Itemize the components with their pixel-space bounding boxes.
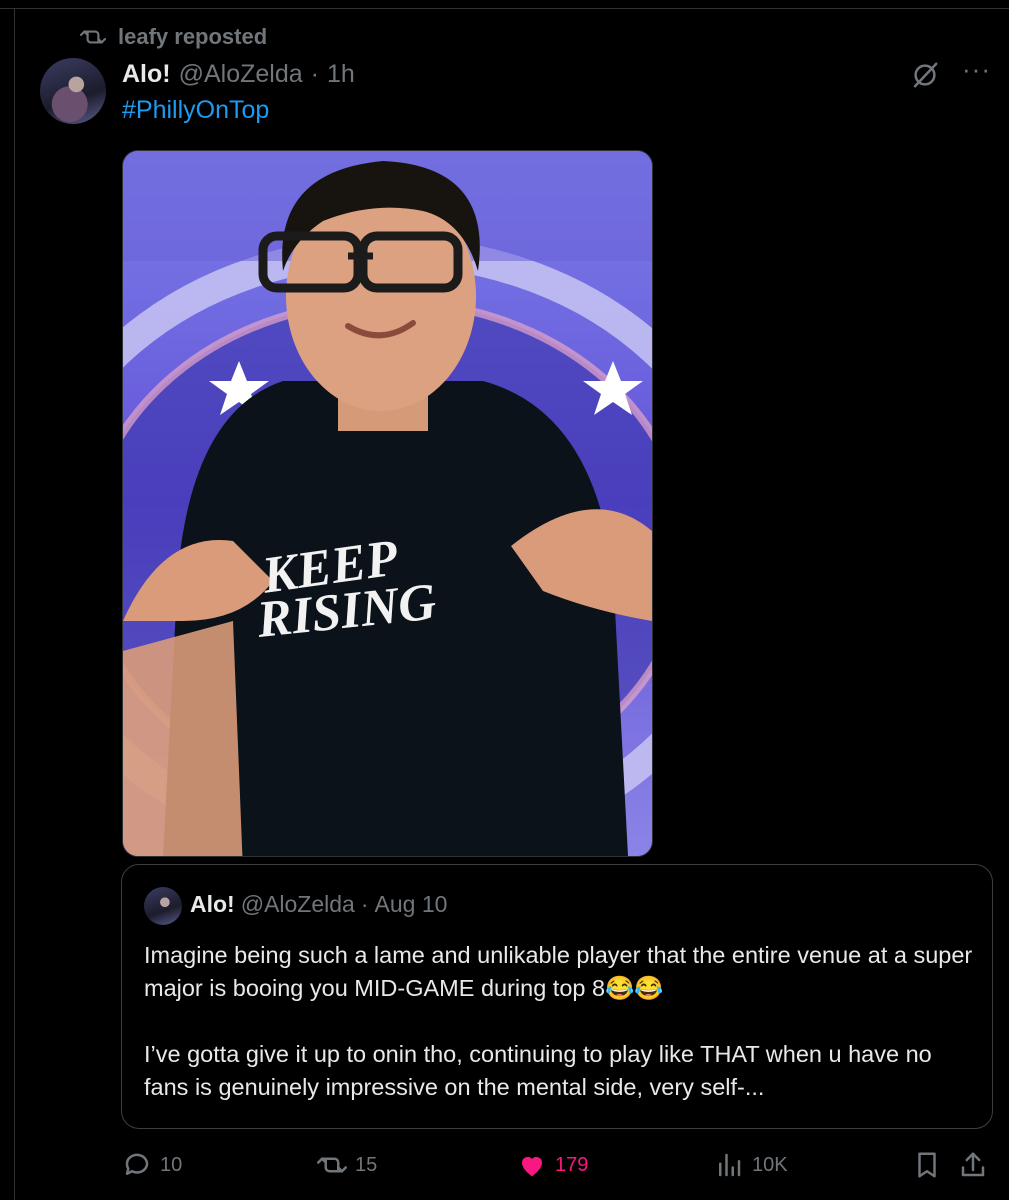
repost-label: leafy reposted <box>118 24 268 49</box>
tweet-actions: 10 15 179 10K <box>122 1150 991 1184</box>
quoted-date: Aug 10 <box>374 891 448 917</box>
handle[interactable]: @AloZelda <box>179 60 303 89</box>
quoted-avatar[interactable] <box>144 887 182 925</box>
views-icon <box>719 1153 741 1177</box>
separator: · <box>310 60 319 88</box>
quoted-text: Imagine being such a lame and unlikable … <box>144 939 979 1137</box>
grok-icon[interactable] <box>910 60 940 90</box>
quoted-paragraph-2: I’ve gotta give it up to onin tho, conti… <box>144 1041 932 1100</box>
repost-button[interactable]: 15 <box>317 1150 377 1180</box>
reply-button[interactable]: 10 <box>122 1150 182 1180</box>
quoted-paragraph-1: Imagine being such a lame and unlikable … <box>144 942 973 1001</box>
quoted-handle: @AloZelda <box>240 891 355 917</box>
more-icon[interactable]: ··· <box>962 56 991 82</box>
like-button[interactable]: 179 <box>517 1150 588 1180</box>
repost-icon <box>317 1157 347 1173</box>
tweet-photo[interactable]: KEEP RISING <box>122 150 653 857</box>
views-count: 10K <box>752 1153 788 1176</box>
quoted-separator: · <box>360 891 369 917</box>
reply-icon <box>125 1153 149 1175</box>
reply-count: 10 <box>160 1153 183 1176</box>
share-icon <box>961 1152 985 1177</box>
tweet-header: Alo! @AloZelda · 1h <box>122 60 355 89</box>
display-name[interactable]: Alo! <box>122 60 171 89</box>
quoted-tweet[interactable]: Alo! @AloZelda · Aug 10 Imagine being su… <box>121 864 993 1129</box>
tweet-top-actions: ··· <box>910 56 991 90</box>
like-icon <box>522 1156 542 1177</box>
avatar[interactable] <box>40 58 106 124</box>
repost-icon <box>80 30 106 44</box>
timestamp[interactable]: 1h <box>327 60 355 89</box>
bookmark-button[interactable] <box>912 1150 942 1180</box>
hashtag-link[interactable]: #PhillyOnTop <box>122 96 269 125</box>
share-button[interactable] <box>958 1150 988 1180</box>
top-divider <box>0 8 1009 9</box>
repost-context[interactable]: leafy reposted <box>80 24 267 50</box>
like-count: 179 <box>555 1153 589 1176</box>
quoted-header: Alo! @AloZelda · Aug 10 <box>190 891 447 918</box>
bookmark-icon <box>918 1152 936 1178</box>
repost-count: 15 <box>355 1153 378 1176</box>
quoted-display-name: Alo! <box>190 891 235 917</box>
photo-illustration: KEEP RISING <box>123 151 652 856</box>
views-button[interactable]: 10K <box>714 1150 788 1180</box>
thread-line <box>14 9 15 1200</box>
